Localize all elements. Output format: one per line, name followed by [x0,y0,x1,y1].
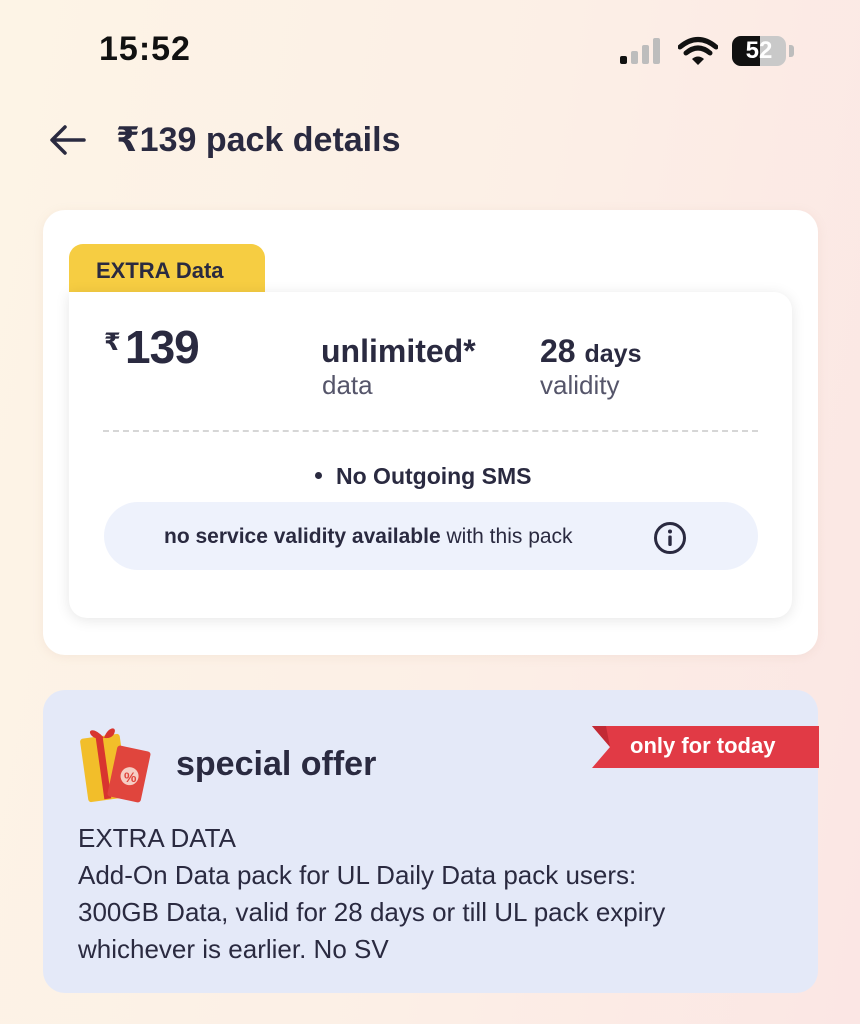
bullet-dot [315,472,322,480]
offer-badge: only for today [630,733,776,758]
validity-label: validity [540,370,620,400]
offer-description: EXTRA DATA Add-On Data pack for UL Daily… [78,820,798,968]
offer-desc-line: Add-On Data pack for UL Daily Data pack … [78,860,637,890]
offer-title: special offer [176,745,377,783]
pack-tag: EXTRA Data [69,244,265,294]
offer-desc-line: EXTRA DATA [78,823,236,853]
data-value: unlimited* [321,333,476,369]
sv-notice-text: no service validity available with this … [164,525,573,549]
offer-desc-line: 300GB Data, valid for 28 days or till UL… [78,897,666,927]
validity-number: 28 [540,333,576,369]
svg-text:%: % [124,769,137,785]
header: ₹139 pack details [0,110,860,170]
info-icon[interactable] [653,521,687,555]
benefit-text: No Outgoing SMS [336,463,532,489]
dashed-divider [103,430,758,432]
sv-notice-rest: with this pack [446,525,573,548]
benefit-item: No Outgoing SMS [315,463,531,490]
sv-notice-bold: no service validity available [164,525,441,548]
cellular-signal-icon [620,38,664,64]
offer-desc-line: whichever is earlier. No SV [78,934,389,964]
battery-icon: 52 [732,36,786,66]
status-time: 15:52 [99,30,191,68]
battery-percentage: 52 [745,37,773,64]
wifi-icon [678,37,718,65]
service-validity-notice: no service validity available with this … [104,502,758,570]
currency-symbol: ₹ [104,329,121,356]
pack-price: 139 [125,321,200,373]
validity-value: 28 days [540,333,641,370]
pack-tag-label: EXTRA Data [96,258,224,283]
battery-cap [789,45,794,57]
status-bar: 15:52 52 [0,0,860,100]
page-title: ₹139 pack details [116,121,401,159]
data-label: data [322,370,373,400]
gift-icon: % [80,728,151,803]
back-arrow-icon[interactable] [48,122,88,158]
validity-unit: days [584,340,642,368]
